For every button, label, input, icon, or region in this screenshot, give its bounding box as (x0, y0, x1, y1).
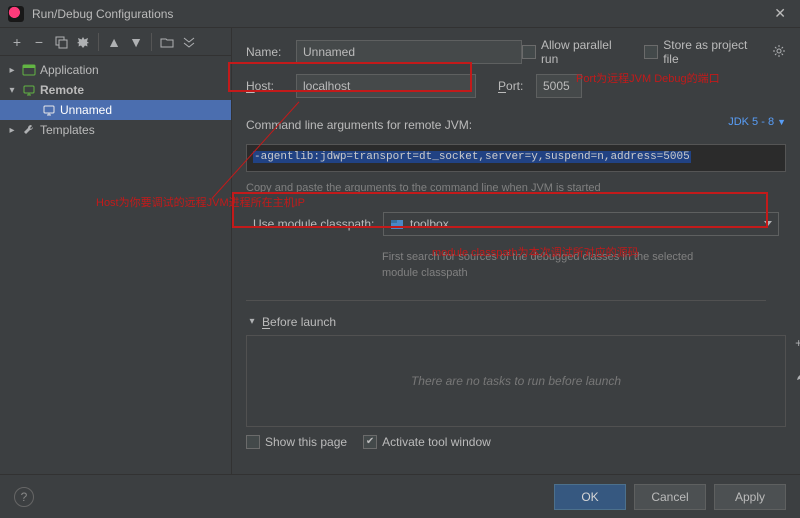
tree-node-templates[interactable]: ▸ Templates (0, 120, 231, 140)
add-button[interactable]: + (6, 31, 28, 53)
window-title: Run/Debug Configurations (32, 7, 768, 21)
port-label: Port: (498, 79, 536, 93)
show-this-page-checkbox[interactable]: Show this page (246, 435, 347, 449)
tree-node-remote[interactable]: ▾ Remote (0, 80, 231, 100)
cancel-button[interactable]: Cancel (634, 484, 706, 510)
cmdline-textarea[interactable]: -agentlib:jdwp=transport=dt_socket,serve… (246, 144, 786, 172)
remote-config-icon (42, 103, 56, 117)
port-input[interactable] (536, 74, 582, 98)
before-launch-toggle[interactable]: ▾ Before launch (246, 315, 786, 329)
tree-label: Remote (40, 83, 84, 97)
remove-button[interactable]: − (28, 31, 50, 53)
tree-label: Templates (40, 123, 95, 137)
tree-label: Application (40, 63, 99, 77)
move-down-button[interactable]: ▼ (125, 31, 147, 53)
application-icon (22, 63, 36, 77)
gear-icon[interactable] (772, 44, 786, 61)
allow-parallel-checkbox[interactable]: Allow parallel run (522, 38, 632, 66)
edit-templates-button[interactable] (72, 31, 94, 53)
module-hint: First search for sources of the debugged… (246, 249, 786, 282)
help-button[interactable]: ? (14, 487, 34, 507)
config-toolbar: + − ▲ ▼ (0, 28, 231, 56)
jdk-version-dropdown[interactable]: JDK 5 - 8▼ (728, 116, 786, 128)
remote-icon (22, 83, 36, 97)
cmdline-label: Command line arguments for remote JVM: (246, 118, 472, 132)
before-launch-label: Before launch (262, 315, 336, 329)
module-label: Use module classpath: (253, 217, 383, 231)
store-project-checkbox[interactable]: Store as project file (644, 38, 766, 66)
name-input[interactable] (296, 40, 522, 64)
ok-button[interactable]: OK (554, 484, 626, 510)
tree-node-application[interactable]: ▸ Application (0, 60, 231, 80)
host-input[interactable] (296, 74, 476, 98)
activate-tool-window-checkbox[interactable]: ✔Activate tool window (363, 435, 491, 449)
tree-node-unnamed[interactable]: Unnamed (0, 100, 231, 120)
app-icon (8, 6, 24, 22)
host-label: Host: (246, 79, 296, 93)
apply-button[interactable]: Apply (714, 484, 786, 510)
module-icon (390, 217, 404, 231)
module-classpath-dropdown[interactable]: toolbox (383, 212, 779, 236)
wrench-icon (22, 123, 36, 137)
divider (246, 300, 766, 301)
add-task-button[interactable]: + (795, 336, 800, 350)
copy-button[interactable] (50, 31, 72, 53)
edit-task-button[interactable] (795, 370, 800, 385)
chevron-down-icon (764, 221, 772, 226)
folder-button[interactable] (156, 31, 178, 53)
config-tree: ▸ Application ▾ Remote Unnamed (0, 56, 231, 474)
tree-label: Unnamed (60, 103, 112, 117)
close-icon[interactable]: ✕ (768, 3, 792, 24)
expand-button[interactable] (178, 31, 200, 53)
name-label: Name: (246, 45, 296, 59)
copy-hint: Copy and paste the arguments to the comm… (246, 180, 786, 197)
before-launch-tasks: There are no tasks to run before launch … (246, 335, 786, 427)
move-up-button[interactable]: ▲ (103, 31, 125, 53)
